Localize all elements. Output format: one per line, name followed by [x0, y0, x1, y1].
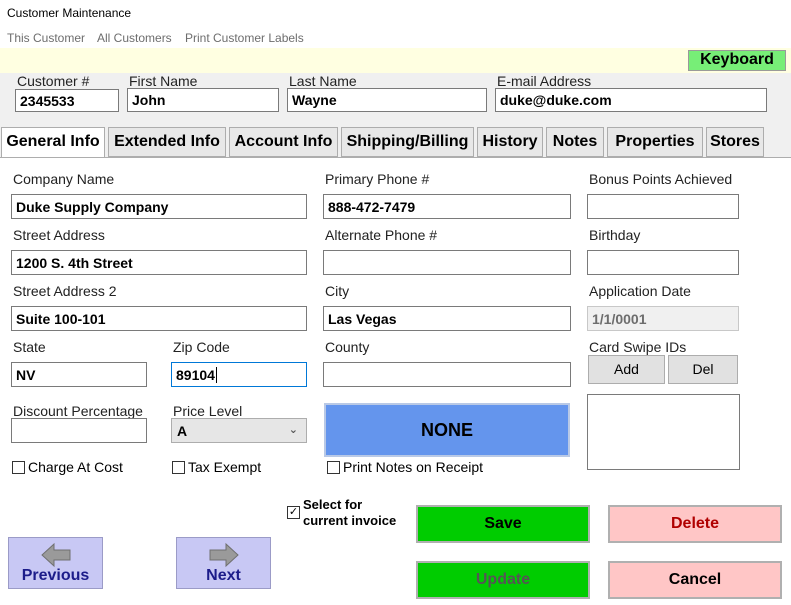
city-label: City [325, 283, 350, 299]
bonus-points-field[interactable] [587, 194, 739, 219]
delete-card-swipe-button[interactable]: Del [668, 355, 738, 384]
tab-properties[interactable]: Properties [607, 127, 703, 157]
tab-notes[interactable]: Notes [546, 127, 604, 157]
print-notes-label: Print Notes on Receipt [343, 459, 484, 475]
keyboard-button[interactable]: Keyboard [688, 50, 786, 71]
tab-history[interactable]: History [477, 127, 543, 157]
first-name-label: First Name [129, 73, 198, 89]
primary-phone-label: Primary Phone # [325, 171, 430, 187]
application-date-field: 1/1/0001 [587, 306, 739, 331]
select-invoice-label-line2: current invoice [303, 513, 397, 528]
birthday-field[interactable] [587, 250, 739, 275]
state-label: State [13, 339, 46, 355]
cancel-button[interactable]: Cancel [608, 561, 782, 599]
street-address-label: Street Address [13, 227, 105, 243]
tab-extended-info[interactable]: Extended Info [108, 127, 226, 157]
print-notes-checkbox[interactable] [327, 461, 340, 474]
zip-code-field[interactable]: 89104 [171, 362, 307, 387]
toolbar-strip [0, 48, 791, 73]
charge-at-cost-checkbox[interactable] [12, 461, 25, 474]
previous-label: Previous [21, 567, 90, 584]
email-field[interactable]: duke@duke.com [495, 88, 767, 112]
street-address2-label: Street Address 2 [13, 283, 117, 299]
first-name-field[interactable]: John [127, 88, 279, 112]
select-invoice-label-line1: Select for [303, 497, 363, 512]
next-button[interactable]: Next [176, 537, 271, 589]
county-field[interactable] [323, 362, 571, 387]
city-field[interactable]: Las Vegas [323, 306, 571, 331]
alternate-phone-field[interactable] [323, 250, 571, 275]
save-button[interactable]: Save [416, 505, 590, 543]
county-label: County [325, 339, 370, 355]
price-level-value: A [177, 423, 188, 439]
alternate-phone-label: Alternate Phone # [325, 227, 438, 243]
arrow-left-icon [40, 542, 70, 568]
discount-percentage-label: Discount Percentage [13, 403, 143, 419]
tab-shipping-billing[interactable]: Shipping/Billing [341, 127, 474, 157]
window-title: Customer Maintenance [0, 0, 791, 28]
primary-phone-field[interactable]: 888-472-7479 [323, 194, 571, 219]
zip-code-label: Zip Code [173, 339, 230, 355]
arrow-right-icon [209, 542, 239, 568]
email-label: E-mail Address [497, 73, 592, 89]
select-invoice-label: Select for current invoice [303, 497, 396, 529]
card-swipe-list[interactable] [587, 394, 740, 470]
birthday-label: Birthday [589, 227, 641, 243]
bonus-points-label: Bonus Points Achieved [589, 171, 733, 187]
tab-stores[interactable]: Stores [706, 127, 764, 157]
next-label: Next [206, 567, 241, 584]
menu-item-all-customers[interactable]: All Customers [97, 31, 172, 45]
company-name-label: Company Name [13, 171, 115, 187]
add-card-swipe-button[interactable]: Add [588, 355, 665, 384]
customer-number-field[interactable]: 2345533 [15, 89, 119, 112]
delete-button[interactable]: Delete [608, 505, 782, 543]
street-address-field[interactable]: 1200 S. 4th Street [11, 250, 307, 275]
tab-account-info[interactable]: Account Info [229, 127, 338, 157]
menu-item-this-customer[interactable]: This Customer [7, 31, 85, 45]
company-name-field[interactable]: Duke Supply Company [11, 194, 307, 219]
previous-button[interactable]: Previous [8, 537, 103, 589]
tax-exempt-label: Tax Exempt [188, 459, 262, 475]
select-invoice-checkbox[interactable]: ✓ [287, 506, 300, 519]
customer-number-label: Customer # [17, 73, 90, 89]
card-swipe-ids-label: Card Swipe IDs [589, 339, 687, 355]
tab-general-info[interactable]: General Info [1, 127, 105, 158]
last-name-label: Last Name [289, 73, 357, 89]
price-level-select[interactable]: A ⌄ [171, 418, 307, 443]
last-name-field[interactable]: Wayne [287, 88, 487, 112]
status-none-button[interactable]: NONE [324, 403, 570, 457]
state-field[interactable]: NV [11, 362, 147, 387]
update-button[interactable]: Update [416, 561, 590, 599]
street-address2-field[interactable]: Suite 100-101 [11, 306, 307, 331]
menu-bar: This Customer All Customers Print Custom… [0, 28, 791, 48]
charge-at-cost-label: Charge At Cost [28, 459, 123, 475]
menu-item-print-customer-labels[interactable]: Print Customer Labels [185, 31, 304, 45]
price-level-label: Price Level [173, 403, 243, 419]
chevron-down-icon: ⌄ [288, 424, 298, 436]
discount-percentage-field[interactable] [11, 418, 147, 443]
tax-exempt-checkbox[interactable] [172, 461, 185, 474]
application-date-label: Application Date [589, 283, 691, 299]
